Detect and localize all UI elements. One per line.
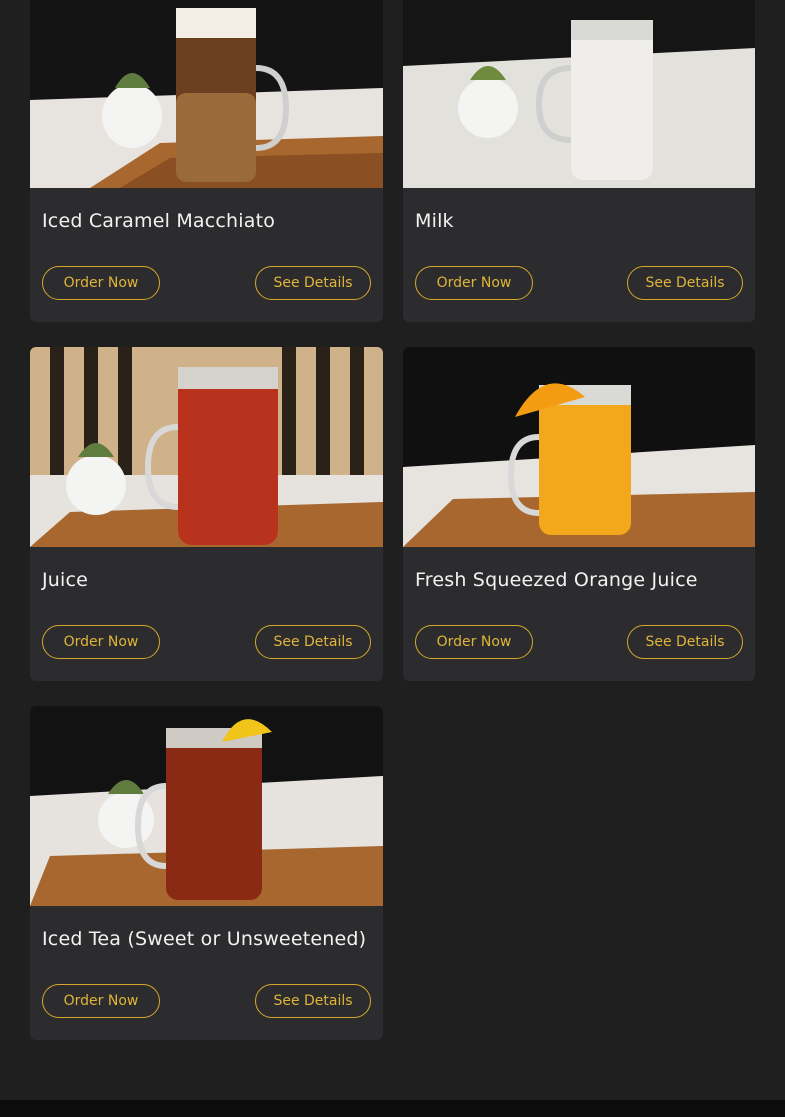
product-card: Juice Order Now See Details [30,347,383,681]
order-now-button[interactable]: Order Now [42,266,160,300]
order-now-button[interactable]: Order Now [415,625,533,659]
see-details-button[interactable]: See Details [255,625,371,659]
product-photo-milk [403,0,755,188]
product-title: Iced Tea (Sweet or Unsweetened) [42,928,367,950]
product-photo-juice [30,347,383,547]
product-card: Milk Order Now See Details [403,0,755,322]
product-photo-iced-caramel-macchiato [30,0,383,188]
product-card: Iced Caramel Macchiato Order Now See Det… [30,0,383,322]
see-details-button[interactable]: See Details [255,266,371,300]
menu-page: Iced Caramel Macchiato Order Now See Det… [0,0,785,1117]
product-card: Iced Tea (Sweet or Unsweetened) Order No… [30,706,383,1040]
product-card: Fresh Squeezed Orange Juice Order Now Se… [403,347,755,681]
order-now-button[interactable]: Order Now [42,625,160,659]
product-photo-iced-tea [30,706,383,906]
order-now-button[interactable]: Order Now [415,266,533,300]
product-title: Juice [42,569,89,591]
product-title: Iced Caramel Macchiato [42,210,276,232]
see-details-button[interactable]: See Details [627,625,743,659]
footer-bar [0,1100,785,1117]
product-title: Milk [415,210,454,232]
product-grid: Iced Caramel Macchiato Order Now See Det… [30,0,755,1040]
see-details-button[interactable]: See Details [255,984,371,1018]
product-title: Fresh Squeezed Orange Juice [415,569,698,591]
order-now-button[interactable]: Order Now [42,984,160,1018]
product-photo-orange-juice [403,347,755,547]
see-details-button[interactable]: See Details [627,266,743,300]
